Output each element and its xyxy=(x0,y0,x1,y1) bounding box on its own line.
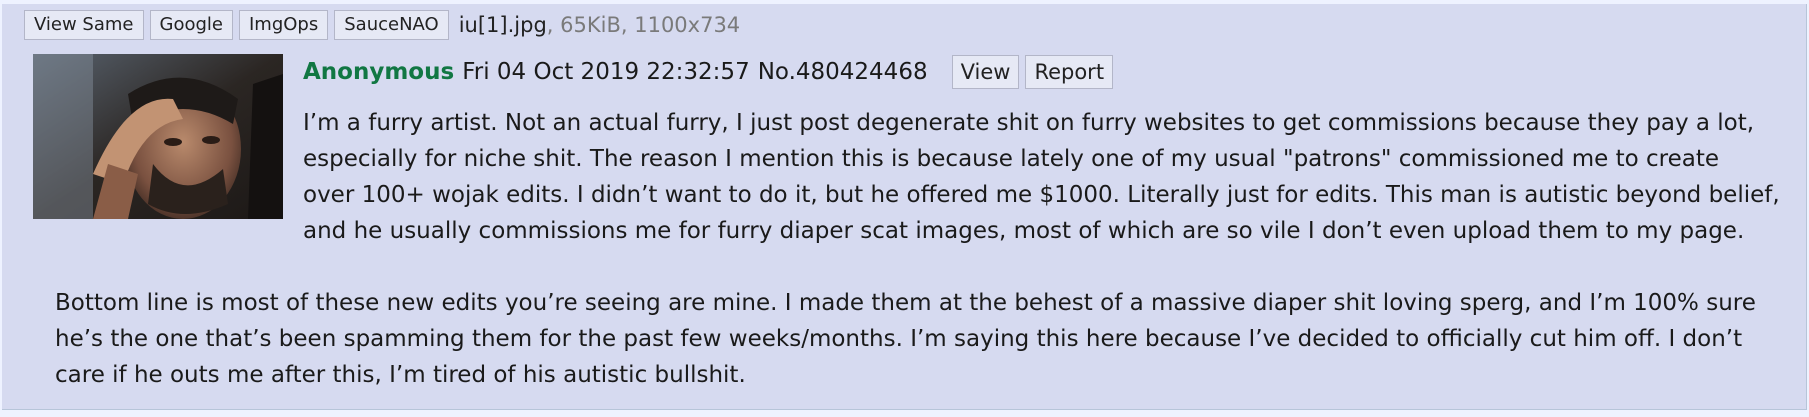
post-thumbnail[interactable] xyxy=(33,54,283,219)
google-search-button[interactable]: Google xyxy=(149,10,233,40)
post-number-link[interactable]: No.480424468 xyxy=(758,59,928,85)
comment-line: especially for niche shit. The reason I … xyxy=(303,146,1720,172)
saucenao-button[interactable]: SauceNAO xyxy=(334,10,449,40)
report-button[interactable]: Report xyxy=(1025,55,1114,89)
file-name-link[interactable]: iu[1].jpg xyxy=(459,13,547,37)
file-info-bar: View Same Google ImgOps SauceNAO iu[1].j… xyxy=(24,10,740,40)
post-comment-paragraph-2: Bottom line is most of these new edits y… xyxy=(55,285,1795,393)
view-same-button[interactable]: View Same xyxy=(24,10,144,40)
comment-line: I’m a furry artist. Not an actual furry,… xyxy=(303,110,1755,136)
file-info: iu[1].jpg, 65KiB, 1100x734 xyxy=(459,13,740,37)
comment-line: and he usually commissions me for furry … xyxy=(303,218,1745,244)
reply-post: View Same Google ImgOps SauceNAO iu[1].j… xyxy=(2,4,1807,410)
post-comment-paragraph-1: I’m a furry artist. Not an actual furry,… xyxy=(303,105,1793,249)
comment-line: over 100+ wojak edits. I didn’t want to … xyxy=(303,182,1780,208)
poster-name: Anonymous xyxy=(303,59,455,85)
comment-line: Bottom line is most of these new edits y… xyxy=(55,290,1756,316)
view-button[interactable]: View xyxy=(951,55,1020,89)
file-meta: , 65KiB, 1100x734 xyxy=(546,13,741,37)
comment-line: he’s the one that’s been spamming them f… xyxy=(55,326,1743,352)
distressed-man-photo xyxy=(33,54,283,219)
post-header: Anonymous Fri 04 Oct 2019 22:32:57 No.48… xyxy=(303,55,1114,89)
post-datetime: Fri 04 Oct 2019 22:32:57 xyxy=(462,59,750,85)
comment-line: care if he outs me after this, I’m tired… xyxy=(55,362,746,388)
imgops-button[interactable]: ImgOps xyxy=(239,10,329,40)
